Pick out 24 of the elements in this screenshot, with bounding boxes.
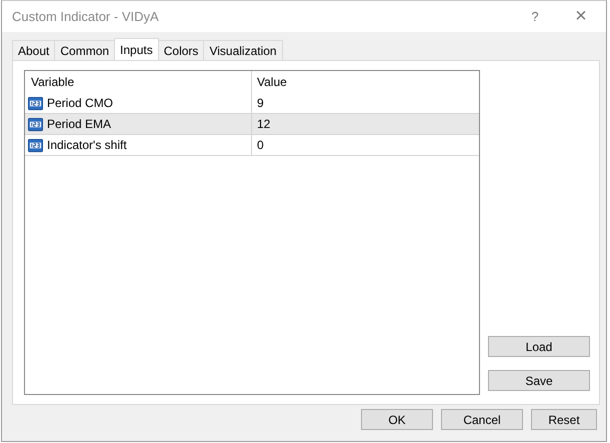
column-header[interactable]: Value: [252, 71, 479, 93]
action-button[interactable]: Load: [488, 336, 590, 357]
close-button[interactable]: ×: [558, 1, 604, 32]
table-row[interactable]: Indicator's shift 0: [25, 135, 479, 156]
action-button[interactable]: Save: [488, 370, 590, 391]
table-row[interactable]: Period EMA 12: [25, 114, 479, 135]
number-icon: [28, 116, 43, 132]
table-cell-text: 0: [256, 137, 265, 154]
tab[interactable]: About: [12, 40, 56, 60]
number-icon: [28, 96, 43, 110]
help-button[interactable]: ?: [512, 1, 558, 32]
tab[interactable]: Visualization: [203, 40, 283, 60]
column-header[interactable]: Variable: [25, 71, 252, 93]
variable-name: Indicator's shift: [47, 138, 127, 152]
table-cell-text: 12: [256, 116, 272, 133]
dialog-button[interactable]: Cancel: [441, 409, 523, 430]
window-title: Custom Indicator - VIDyA: [11, 9, 160, 24]
variable-name: Period EMA: [47, 117, 112, 131]
variable-name: Period CMO: [47, 96, 114, 110]
dialog-button[interactable]: Reset: [531, 409, 597, 430]
table-cell-text: 9: [256, 95, 265, 112]
number-icon: [28, 138, 43, 152]
dialog-button[interactable]: OK: [361, 409, 433, 430]
tab[interactable]: Inputs: [114, 38, 159, 60]
